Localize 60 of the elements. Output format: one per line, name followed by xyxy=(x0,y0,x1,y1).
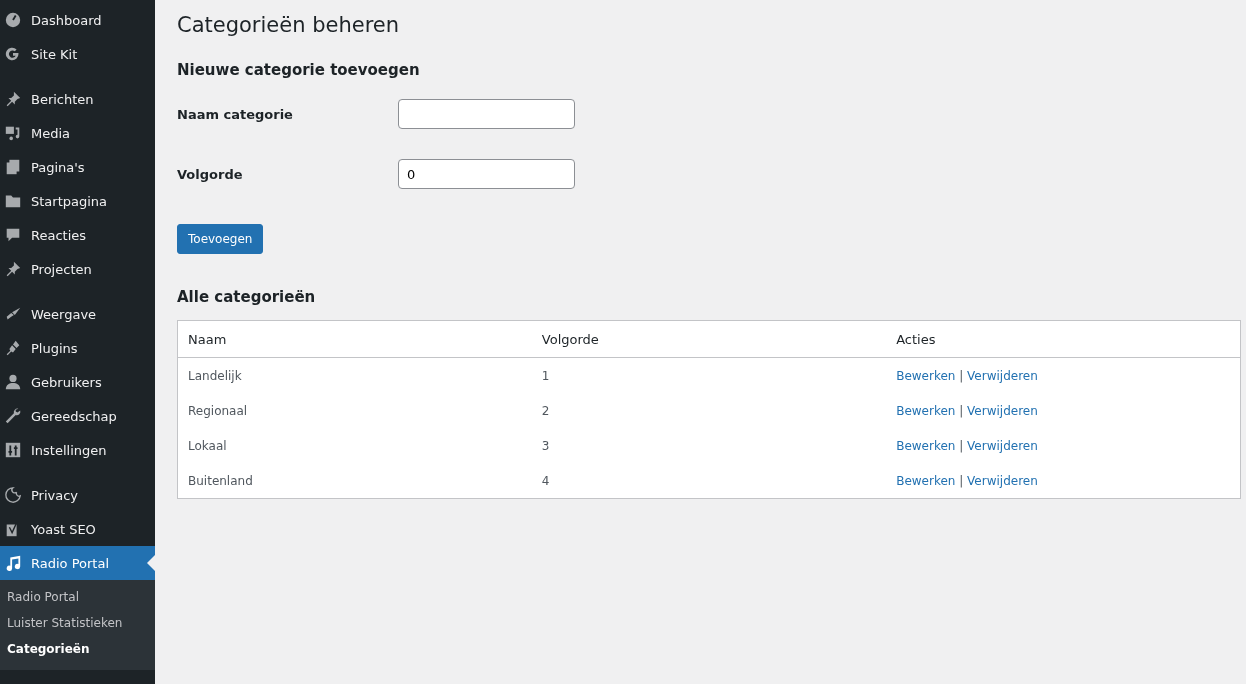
table-cell: 2 xyxy=(531,393,887,428)
menu-item[interactable]: Reacties xyxy=(0,218,155,252)
table-cell: Buitenland xyxy=(177,463,532,499)
field-label: Naam categorie xyxy=(177,106,294,122)
menu-item[interactable]: Weergave xyxy=(0,297,155,331)
action-link[interactable]: Verwijderen xyxy=(967,438,1038,453)
pages-icon xyxy=(4,158,22,176)
submenu-item[interactable]: Radio Portal xyxy=(0,584,155,610)
field-label: Volgorde xyxy=(177,166,244,182)
menu-item[interactable]: Projecten xyxy=(0,252,155,286)
menu-item[interactable]: Gebruikers xyxy=(0,365,155,399)
dashboard-icon xyxy=(4,11,22,29)
menu-item[interactable]: Media xyxy=(0,116,155,150)
section-heading: Alle categorieën xyxy=(177,288,317,306)
column-header: Naam xyxy=(177,320,532,358)
table-cell: Regionaal xyxy=(177,393,532,428)
plug-icon xyxy=(4,339,22,357)
action-link[interactable]: Verwijderen xyxy=(967,403,1038,418)
separator: | xyxy=(958,438,965,453)
action-link[interactable]: Bewerken xyxy=(896,403,956,418)
user-icon xyxy=(4,373,22,391)
menu-item[interactable]: Berichten xyxy=(0,82,155,116)
menu-item[interactable]: Instellingen xyxy=(0,433,155,467)
input-field[interactable] xyxy=(398,99,575,129)
action-link[interactable]: Bewerken xyxy=(896,438,956,453)
table-cell: Landelijk xyxy=(177,357,532,393)
table-cell: 1 xyxy=(531,357,887,393)
menu-item[interactable]: Pagina's xyxy=(0,150,155,184)
section-heading: Nieuwe categorie toevoegen xyxy=(177,61,421,79)
table-cell: Lokaal xyxy=(177,428,532,463)
pin-icon xyxy=(4,90,22,108)
separator: | xyxy=(958,403,965,418)
action-link[interactable]: Bewerken xyxy=(896,473,956,488)
sliders-icon xyxy=(4,441,22,459)
menu-item[interactable]: Dashboard xyxy=(0,3,155,37)
wrench-icon xyxy=(4,407,22,425)
separator: | xyxy=(958,368,965,383)
page-title: Categorieën beheren xyxy=(177,13,401,37)
table-cell: 3 xyxy=(531,428,887,463)
menu-item[interactable]: Privacy xyxy=(0,478,155,512)
menu-item[interactable]: Startpagina xyxy=(0,184,155,218)
menu-item[interactable]: Site Kit xyxy=(0,37,155,71)
menu-item[interactable]: Radio Portal xyxy=(0,546,155,580)
action-link[interactable]: Bewerken xyxy=(896,368,956,383)
table-cell: 4 xyxy=(531,463,887,499)
input-field[interactable]: 0 xyxy=(398,159,575,189)
separator: | xyxy=(958,473,965,488)
music-note-icon xyxy=(4,554,22,572)
action-link[interactable]: Verwijderen xyxy=(967,368,1038,383)
pin-icon xyxy=(4,260,22,278)
submenu-item[interactable]: Luister Statistieken xyxy=(0,610,155,636)
action-link[interactable]: Verwijderen xyxy=(967,473,1038,488)
menu-item[interactable]: Plugins xyxy=(0,331,155,365)
menu-item[interactable]: Gereedschap xyxy=(0,399,155,433)
media-icon xyxy=(4,124,22,142)
submenu-item[interactable]: Categorieën xyxy=(0,636,155,662)
submit-button[interactable]: Toevoegen xyxy=(177,224,264,254)
column-header: Volgorde xyxy=(531,320,887,358)
column-header: Acties xyxy=(886,320,1241,358)
menu-item[interactable]: Yoast SEO xyxy=(0,512,155,546)
